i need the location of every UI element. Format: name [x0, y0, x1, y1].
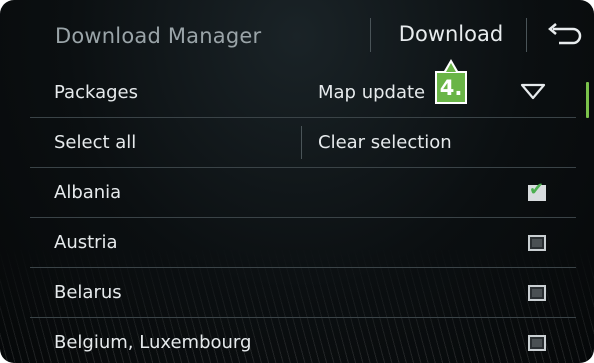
clear-selection-button[interactable]: Clear selection [318, 118, 452, 167]
country-label: Belgium, Luxembourg [54, 332, 252, 353]
country-label: Belarus [54, 282, 122, 303]
header-divider [370, 18, 371, 52]
scrollbar[interactable] [586, 82, 589, 118]
country-row-austria[interactable]: Austria [30, 218, 576, 268]
package-list: Packages Map update Select all Clear sel… [30, 68, 576, 363]
country-label: Albania [54, 182, 122, 203]
country-label: Austria [54, 232, 118, 253]
country-row-albania[interactable]: Albania ✔ [30, 168, 576, 218]
selection-row: Select all Clear selection [30, 118, 576, 168]
packages-label: Packages [54, 82, 138, 103]
header-divider [526, 18, 527, 52]
back-button[interactable] [534, 0, 594, 68]
header-bar: Download Manager Download [0, 0, 594, 68]
row-divider [301, 126, 302, 159]
checkbox-unchecked[interactable] [528, 235, 546, 251]
country-row-belgium-luxembourg[interactable]: Belgium, Luxembourg [30, 318, 576, 363]
checkbox-checked[interactable]: ✔ [528, 181, 546, 201]
checkbox-unchecked[interactable] [528, 335, 546, 351]
page-title: Download Manager [55, 24, 262, 48]
callout-pointer-fill [446, 63, 456, 72]
step-callout: 4. [435, 71, 467, 104]
packages-value: Map update [318, 82, 426, 103]
select-all-button[interactable]: Select all [54, 118, 136, 167]
country-row-belarus[interactable]: Belarus [30, 268, 576, 318]
screen: Download Manager Download Packages Map u… [0, 0, 594, 363]
dropdown-triangle-icon[interactable] [520, 83, 546, 101]
packages-row[interactable]: Packages Map update [30, 68, 576, 118]
download-button[interactable]: Download [380, 0, 522, 68]
back-arrow-icon [548, 23, 582, 45]
checkbox-unchecked[interactable] [528, 285, 546, 301]
checkmark-icon: ✔ [529, 179, 545, 200]
